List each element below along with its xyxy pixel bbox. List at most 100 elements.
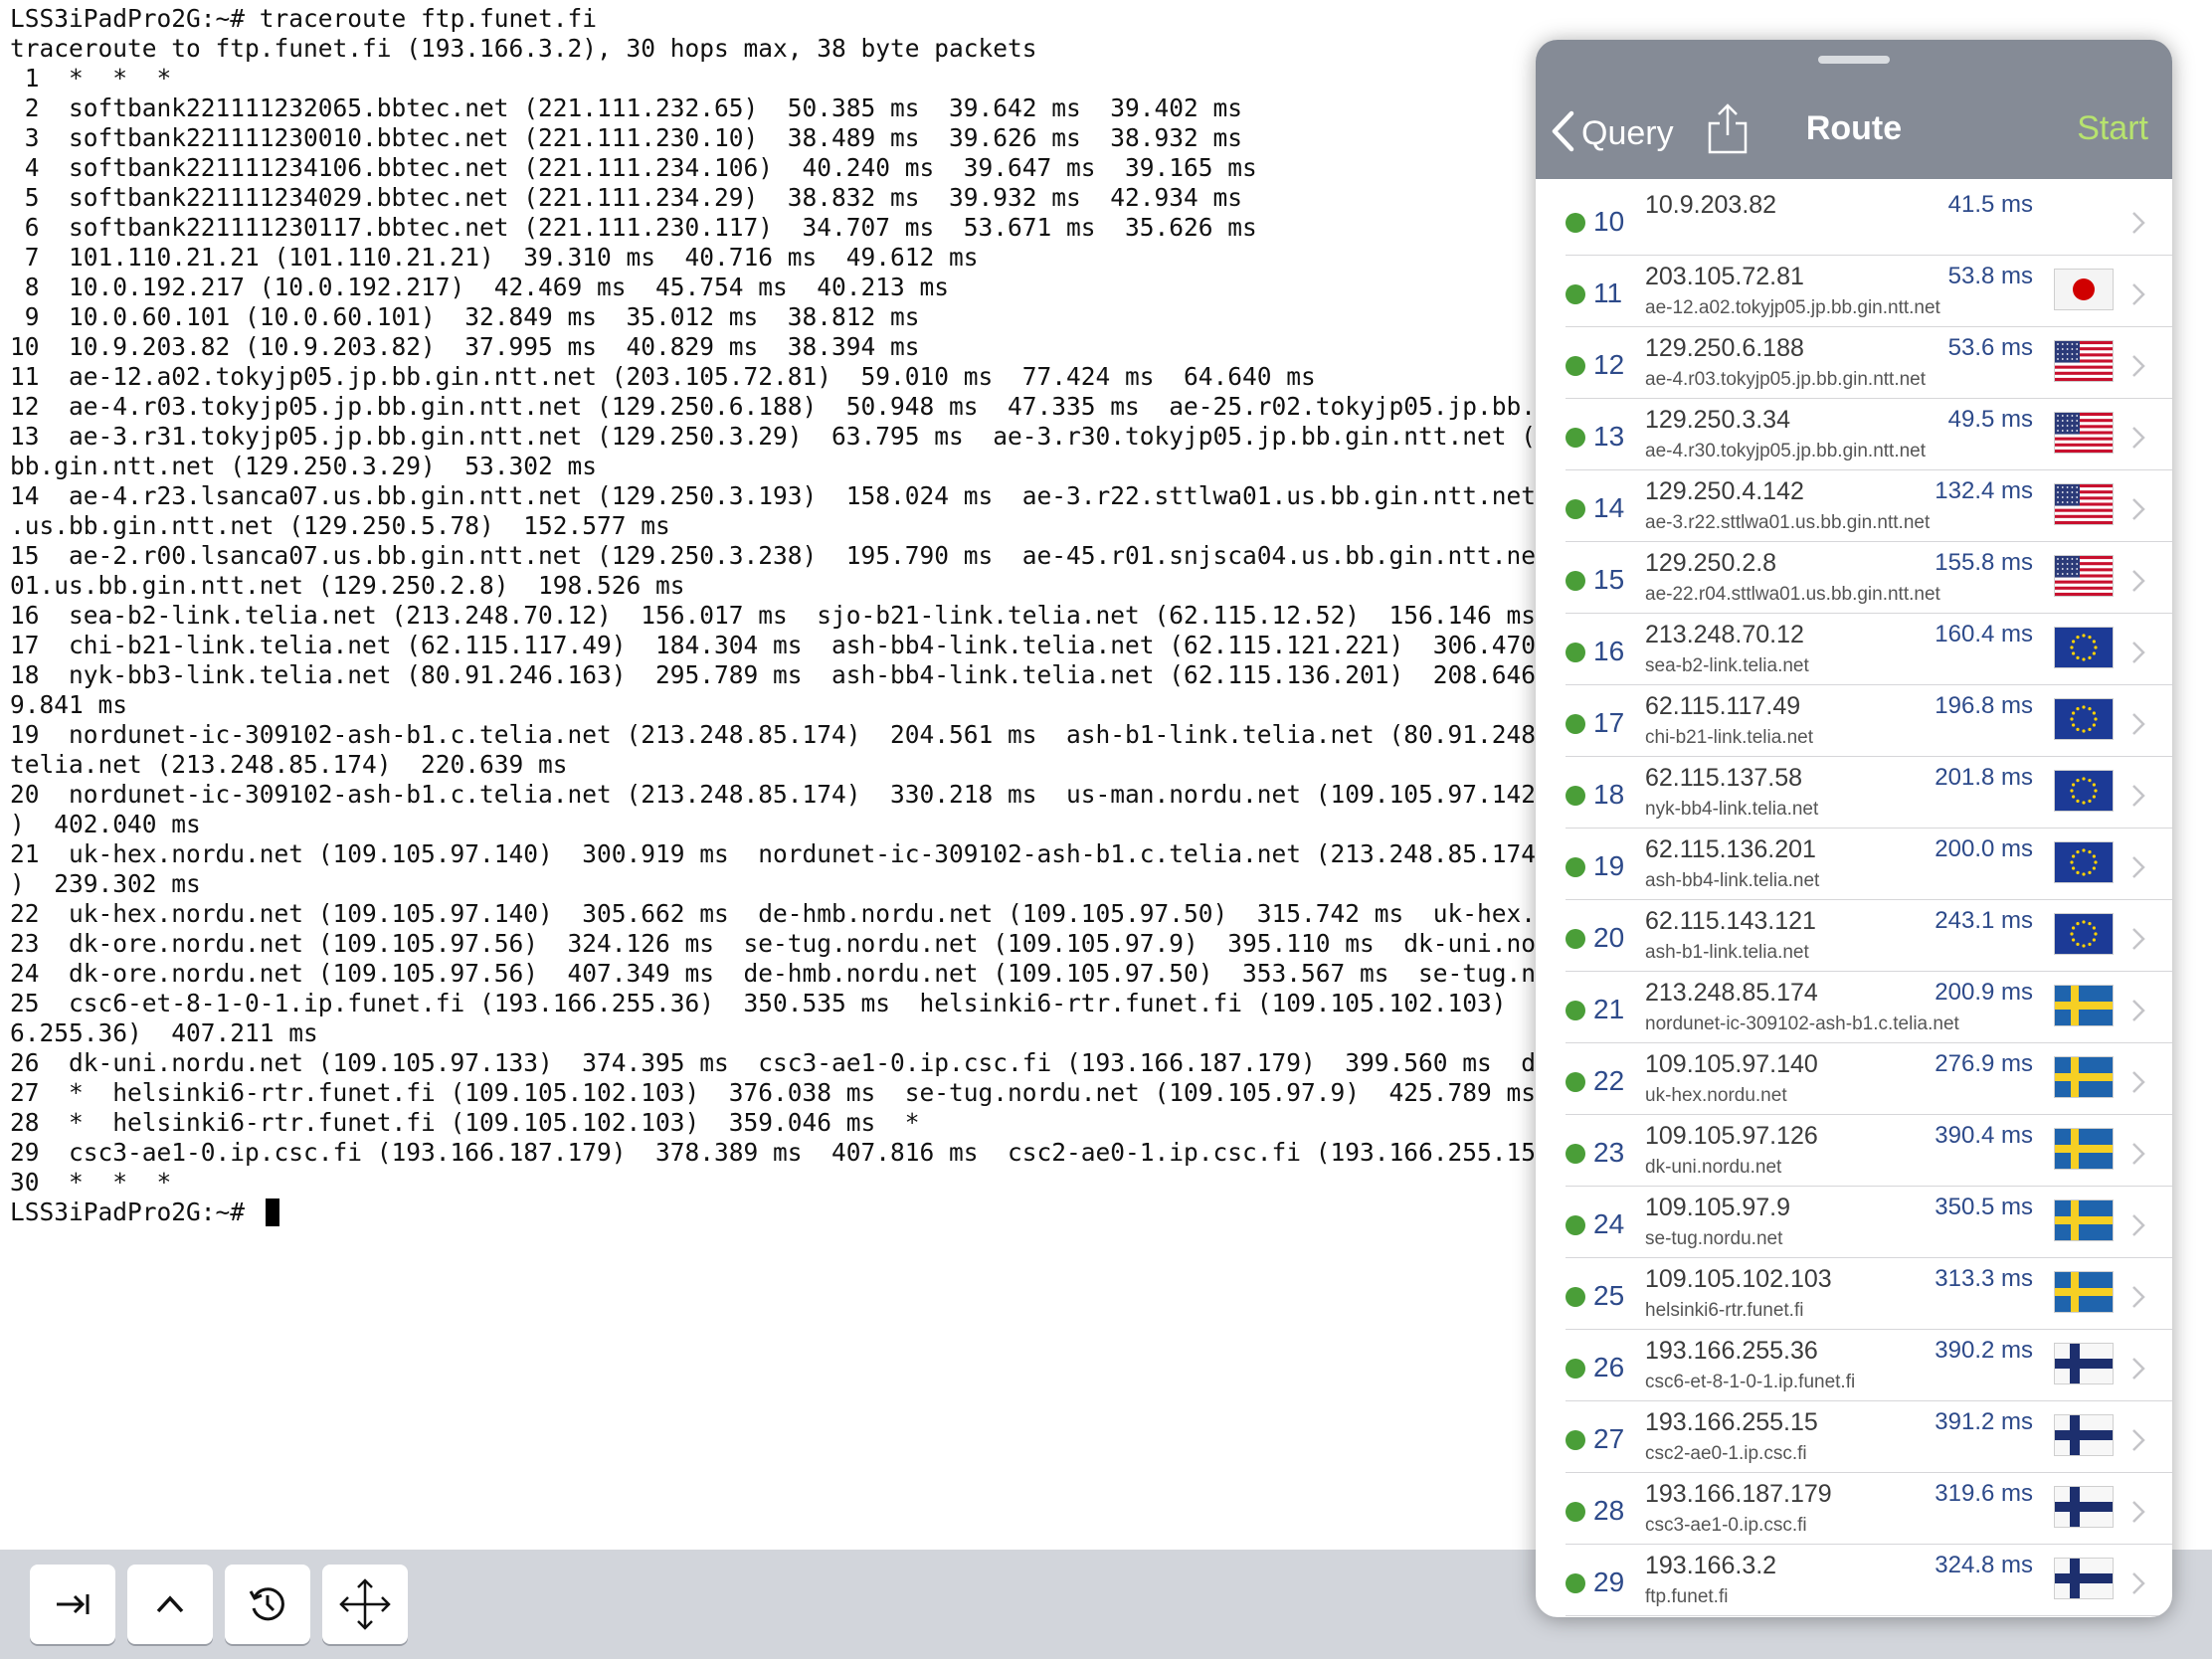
hop-latency: 132.4 ms [1935,477,2033,504]
hop-ip: 109.105.97.140 [1645,1050,1818,1078]
hop-number: 29 [1593,1567,1625,1597]
status-dot-icon [1566,1001,1585,1020]
hop-number: 19 [1593,850,1625,881]
hop-ip: 203.105.72.81 [1645,263,1804,290]
chevron-right-icon [2130,281,2146,311]
hop-hostname: ae-3.r22.sttlwa01.us.bb.gin.ntt.net [1645,512,1931,533]
finland-flag-icon [2055,1487,2113,1527]
hop-ip: 109.105.102.103 [1645,1265,1832,1293]
panel-grabber-handle[interactable] [1818,56,1890,64]
status-dot-icon [1566,1215,1585,1235]
chevron-right-icon [2130,1069,2146,1099]
chevron-right-icon [2130,783,2146,813]
usa-flag-icon [2055,484,2113,524]
hop-row[interactable]: 11 203.105.72.81 ae-12.a02.tokyjp05.jp.bb.… [1536,256,2172,327]
history-button[interactable] [225,1565,310,1644]
start-button[interactable]: Start [2077,109,2148,148]
eu-flag-icon [2055,914,2113,954]
finland-flag-icon [2055,1559,2113,1598]
hop-row[interactable]: 12 129.250.6.188 ae-4.r03.tokyjp05.jp.bb.g… [1536,327,2172,399]
hop-row[interactable]: 25 109.105.102.103 helsinki6-rtr.funet.fi 3… [1536,1258,2172,1330]
status-dot-icon [1566,213,1585,233]
status-dot-icon [1566,857,1585,877]
hop-ip: 62.115.143.121 [1645,907,1816,935]
hop-ip: 109.105.97.126 [1645,1122,1818,1150]
hop-hostname: uk-hex.nordu.net [1645,1085,1787,1106]
status-dot-icon [1566,1502,1585,1522]
hop-row[interactable]: 27 193.166.255.15 csc2-ae0-1.ip.csc.fi 391.… [1536,1401,2172,1473]
hop-latency: 319.6 ms [1935,1480,2033,1507]
hop-row[interactable]: 13 129.250.3.34 ae-4.r30.tokyjp05.jp.bb.gi… [1536,399,2172,470]
hop-hostname: ae-12.a02.tokyjp05.jp.bb.gin.ntt.net [1645,297,1940,318]
chevron-right-icon [2130,1284,2146,1314]
chevron-right-icon [2130,998,2146,1027]
terminal-cursor [265,1198,279,1226]
hop-row[interactable]: 21 213.248.85.174 nordunet-ic-309102-ash-b… [1536,972,2172,1043]
hop-row[interactable]: 24 109.105.97.9 se-tug.nordu.net 350.5 ms [1536,1187,2172,1258]
hop-ip: 129.250.6.188 [1645,334,1804,362]
route-panel-header: Query Route Start [1536,40,2172,179]
hop-latency: 49.5 ms [1947,406,2033,433]
hop-row[interactable]: 10 10.9.203.82 41.5 ms [1536,184,2172,256]
hop-hostname: ae-22.r04.sttlwa01.us.bb.gin.ntt.net [1645,584,1940,605]
hop-hostname: dk-uni.nordu.net [1645,1157,1782,1178]
status-dot-icon [1566,356,1585,376]
sweden-flag-icon [2055,1200,2113,1240]
hop-hostname: nordunet-ic-309102-ash-b1.c.telia.net [1645,1014,1959,1034]
finland-flag-icon [2055,1344,2113,1383]
hop-row[interactable]: 15 129.250.2.8 ae-22.r04.sttlwa01.us.bb.gi… [1536,542,2172,614]
status-dot-icon [1566,428,1585,448]
hop-row[interactable]: 18 62.115.137.58 nyk-bb4-link.telia.net 201… [1536,757,2172,829]
chevron-right-icon [2130,425,2146,455]
hop-latency: 313.3 ms [1935,1265,2033,1292]
chevron-right-icon [2130,926,2146,956]
hop-latency: 391.2 ms [1935,1408,2033,1435]
row-divider [1566,1615,2172,1616]
hop-latency: 41.5 ms [1947,191,2033,218]
hop-row[interactable]: 26 193.166.255.36 csc6-et-8-1-0-1.ip.funet… [1536,1330,2172,1401]
hop-number: 22 [1593,1065,1625,1096]
hop-number: 21 [1593,994,1625,1024]
control-key-button[interactable] [127,1565,213,1644]
chevron-right-icon [2130,1427,2146,1457]
hop-row[interactable]: 23 109.105.97.126 dk-uni.nordu.net 390.4 ms [1536,1115,2172,1187]
chevron-right-icon [2130,1141,2146,1171]
status-dot-icon [1566,1144,1585,1164]
chevron-right-icon [2130,568,2146,598]
chevron-right-icon [2130,854,2146,884]
hop-latency: 324.8 ms [1935,1552,2033,1578]
chevron-right-icon [2130,640,2146,669]
hop-hostname: sea-b2-link.telia.net [1645,655,1809,676]
tab-key-button[interactable] [30,1565,115,1644]
status-dot-icon [1566,1430,1585,1450]
hop-latency: 276.9 ms [1935,1050,2033,1077]
hop-row[interactable]: 28 193.166.187.179 csc3-ae1-0.ip.csc.fi 319… [1536,1473,2172,1545]
hop-ip: 129.250.3.34 [1645,406,1790,434]
hop-row[interactable]: 14 129.250.4.142 ae-3.r22.sttlwa01.us.bb.g… [1536,470,2172,542]
hop-row[interactable]: 19 62.115.136.201 ash-bb4-link.telia.net 20… [1536,829,2172,900]
hop-latency: 53.6 ms [1947,334,2033,361]
hop-number: 18 [1593,779,1625,810]
hop-row[interactable]: 20 62.115.143.121 ash-b1-link.telia.net 243… [1536,900,2172,972]
hop-row[interactable]: 29 193.166.3.2 ftp.funet.fi 324.8 ms [1536,1545,2172,1616]
status-dot-icon [1566,571,1585,591]
hop-row[interactable]: 16 213.248.70.12 sea-b2-link.telia.net 160.… [1536,614,2172,685]
hop-hostname: csc2-ae0-1.ip.csc.fi [1645,1443,1807,1464]
hop-hostname: ash-b1-link.telia.net [1645,942,1809,963]
hop-latency: 53.8 ms [1947,263,2033,289]
hop-latency: 243.1 ms [1935,907,2033,934]
hop-row[interactable]: 17 62.115.117.49 chi-b21-link.telia.net 196… [1536,685,2172,757]
hop-ip: 129.250.4.142 [1645,477,1804,505]
hop-number: 14 [1593,492,1625,523]
status-dot-icon [1566,1287,1585,1307]
hop-ip: 193.166.255.15 [1645,1408,1818,1436]
chevron-right-icon [2130,1356,2146,1385]
hop-row[interactable]: 22 109.105.97.140 uk-hex.nordu.net 276.9 ms [1536,1043,2172,1115]
hop-latency: 350.5 ms [1935,1194,2033,1220]
terminal-prompt: LSS3iPadPro2G:~# [10,1198,260,1226]
hop-list[interactable]: 10 10.9.203.82 41.5 ms 11 203.105.72.81 ae-12… [1536,184,2172,1616]
hop-number: 23 [1593,1137,1625,1168]
sweden-flag-icon [2055,1057,2113,1097]
move-cursor-button[interactable] [322,1565,408,1644]
status-dot-icon [1566,284,1585,304]
